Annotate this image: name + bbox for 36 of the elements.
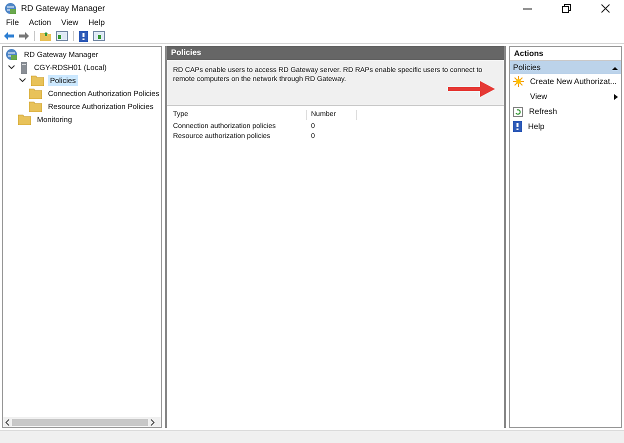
collapse-caret-icon[interactable] xyxy=(612,66,618,70)
close-icon[interactable] xyxy=(601,4,610,12)
collapse-chevron-icon[interactable] xyxy=(8,65,15,70)
actions-section-header[interactable]: Policies xyxy=(510,61,621,74)
action-link[interactable]: Help xyxy=(528,120,618,132)
action-link[interactable]: Create New Authorizat... xyxy=(530,76,618,88)
scroll-right-icon[interactable] xyxy=(150,418,155,426)
server-icon xyxy=(20,62,28,74)
menu-item[interactable]: Help xyxy=(88,16,105,28)
folder-up-icon[interactable] xyxy=(40,31,51,41)
collapse-chevron-icon[interactable] xyxy=(19,78,26,83)
annotation-arrow xyxy=(446,80,496,98)
sun-icon xyxy=(513,76,524,87)
folder-icon xyxy=(29,101,42,112)
help-book-icon xyxy=(513,121,522,132)
folder-icon xyxy=(29,88,42,99)
action-pane-icon[interactable] xyxy=(93,31,105,41)
horizontal-scrollbar[interactable] xyxy=(3,417,161,427)
refresh-icon xyxy=(513,106,523,116)
forward-arrow-icon[interactable] xyxy=(19,32,29,40)
action-link[interactable]: View xyxy=(530,90,608,102)
gateway-icon xyxy=(5,48,18,61)
pane-header: Policies xyxy=(167,46,504,60)
console-pane-icon[interactable] xyxy=(56,31,68,41)
scroll-left-icon[interactable] xyxy=(5,418,10,426)
folder-icon xyxy=(31,75,44,86)
menu-item[interactable]: File xyxy=(6,16,19,28)
window-title: RD Gateway Manager xyxy=(21,2,106,14)
help-icon[interactable] xyxy=(79,30,88,42)
submenu-arrow-icon xyxy=(614,94,618,100)
restore-icon[interactable] xyxy=(562,4,571,12)
folder-icon xyxy=(18,114,31,125)
menu-item[interactable]: View xyxy=(61,16,78,28)
action-link[interactable]: Refresh xyxy=(529,106,618,118)
back-arrow-icon[interactable] xyxy=(4,32,14,40)
menu-item[interactable]: Action xyxy=(28,16,52,28)
